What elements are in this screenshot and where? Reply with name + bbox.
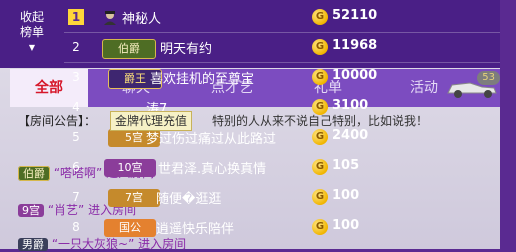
- coin-icon: G: [312, 219, 328, 235]
- score-value: 11968: [332, 38, 378, 53]
- rank-number: 3: [72, 70, 80, 84]
- rank-badge: 男爵: [18, 238, 48, 251]
- rank-row[interactable]: 1 神秘人 G 52110: [64, 3, 500, 33]
- user-name: 明天有约: [160, 42, 213, 57]
- coin-icon: G: [312, 9, 328, 25]
- chevron-down-icon: ▼: [28, 43, 36, 52]
- score-value: 2400: [332, 128, 369, 143]
- user-name: 逍遥快乐陪伴: [156, 222, 235, 237]
- score-value: 105: [332, 158, 360, 173]
- rank-label-line2: 榜单: [19, 25, 44, 39]
- coin-icon: G: [312, 129, 328, 145]
- rank-row[interactable]: 3 爵王 喜欢挂机的至尊宝 G 10000: [64, 63, 500, 93]
- coin-icon: G: [312, 159, 328, 175]
- rank-badge: 国公: [104, 219, 156, 237]
- rank-row[interactable]: 8 国公 逍遥快乐陪伴 G 100: [64, 213, 500, 243]
- rank-badge: 9宫: [18, 204, 44, 217]
- scrollbar[interactable]: [500, 0, 516, 249]
- rank-number: 8: [72, 220, 80, 234]
- coin-icon: G: [312, 69, 328, 85]
- user-name: 世君泽.真心换真情: [158, 162, 267, 177]
- score-value: 10000: [332, 68, 378, 83]
- rank-number: 7: [72, 190, 80, 204]
- score-value: 52110: [332, 8, 378, 23]
- score-value: 100: [332, 218, 360, 233]
- agent-recharge-tooltip[interactable]: 金牌代理充值: [110, 111, 193, 131]
- coin-icon: G: [312, 189, 328, 205]
- rank-badge: 7宫: [108, 189, 160, 207]
- rank-label-line1: 收起: [19, 10, 44, 24]
- anonymous-avatar-icon: [104, 11, 116, 25]
- rank-badge: 伯爵: [18, 166, 50, 181]
- rank-badge: 10宫: [104, 159, 156, 177]
- rank-number: 2: [72, 40, 80, 54]
- user-name: 喜欢挂机的至尊宝: [150, 72, 255, 87]
- coin-icon: G: [312, 39, 328, 55]
- user-name: 神秘人: [122, 12, 162, 27]
- rank-number: 5: [72, 130, 80, 144]
- rank-number: 4: [72, 100, 80, 114]
- rank-row[interactable]: 2 伯爵 明天有约 G 11968: [64, 33, 500, 63]
- score-value: 100: [332, 188, 360, 203]
- rank-row[interactable]: 6 10宫 世君泽.真心换真情 G 105: [64, 153, 500, 183]
- collapse-rank-button[interactable]: 收起 榜单 ▼: [0, 0, 64, 76]
- coin-icon: G: [312, 99, 328, 115]
- rank-number: 1: [68, 9, 84, 25]
- user-name: 随便�逛逛: [156, 192, 222, 207]
- rank-row[interactable]: 7 7宫 随便�逛逛 G 100: [64, 183, 500, 213]
- rank-badge: 伯爵: [102, 39, 156, 59]
- score-value: 3100: [332, 98, 369, 113]
- rank-number: 6: [72, 160, 80, 174]
